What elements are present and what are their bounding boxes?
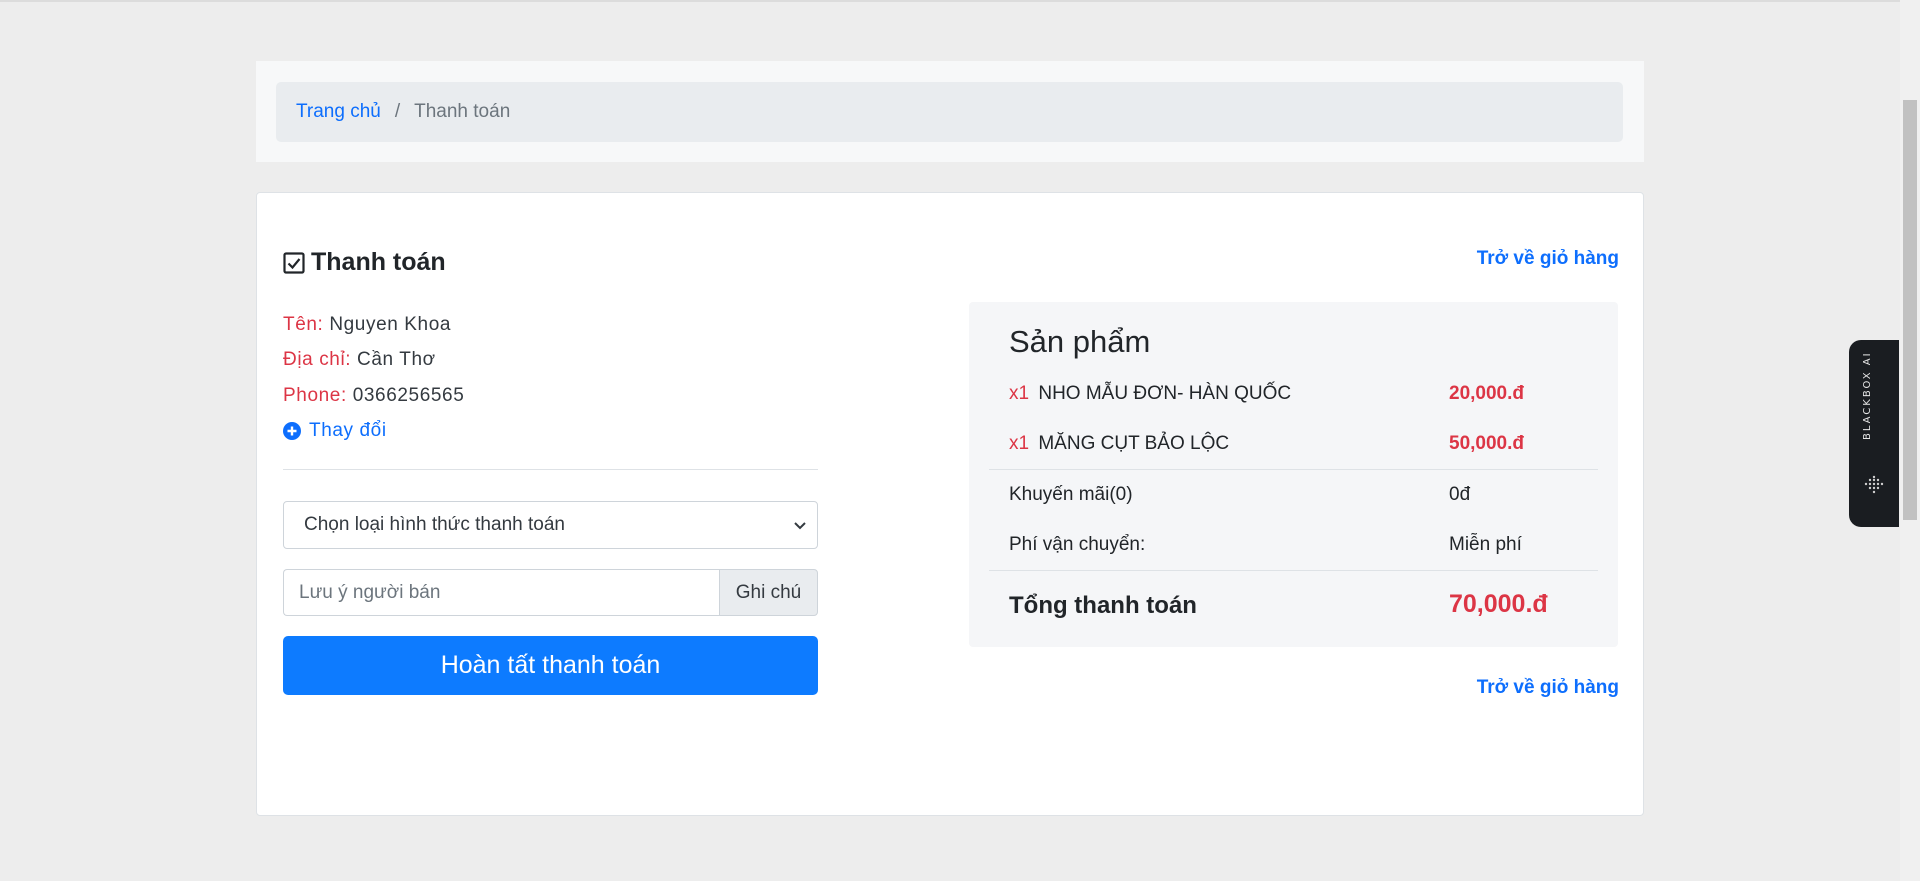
shipping-value: Miễn phí <box>1449 534 1522 555</box>
phone-value: 0366256565 <box>352 385 465 406</box>
note-addon-label: Ghi chú <box>719 569 818 616</box>
back-to-cart-link-top[interactable]: Trở về giỏ hàng <box>1477 248 1619 270</box>
back-to-cart-link-bottom[interactable]: Trở về giỏ hàng <box>1477 677 1619 699</box>
promo-label: Khuyến mãi(0) <box>1009 484 1133 505</box>
payment-method-select[interactable]: Chọn loại hình thức thanh toán <box>283 501 818 549</box>
address-value: Cần Thơ <box>357 349 436 370</box>
name-label: Tên: <box>283 314 324 335</box>
seller-note-input[interactable]: Lưu ý người bán <box>283 569 719 616</box>
scrollbar[interactable] <box>1900 0 1920 881</box>
scrollbar-thumb[interactable] <box>1903 100 1917 520</box>
breadcrumb: Trang chủ / Thanh toán <box>276 82 1623 142</box>
summary-divider <box>989 469 1598 470</box>
customer-address: Địa chỉ: Cần Thơ <box>283 349 436 371</box>
page-title-text: Thanh toán <box>311 248 446 276</box>
blackbox-ai-label: BLACKBOX AI <box>1862 351 1873 440</box>
name-value: Nguyen Khoa <box>329 314 452 335</box>
divider <box>283 469 818 470</box>
item-qty: x1 <box>1009 433 1030 454</box>
customer-name: Tên: Nguyen Khoa <box>283 314 451 336</box>
shipping-label: Phí vận chuyển: <box>1009 534 1146 555</box>
breadcrumb-section: Trang chủ / Thanh toán <box>256 61 1644 162</box>
checkbox-checked-icon <box>283 251 305 274</box>
total-value: 70,000.đ <box>1449 590 1548 618</box>
promo-row: Khuyến mãi(0) 0đ <box>1009 484 1589 506</box>
breadcrumb-home-link[interactable]: Trang chủ <box>296 101 381 123</box>
plus-circle-icon <box>283 422 301 440</box>
list-item: x1 MĂNG CỤT BẢO LỘC 50,000.đ <box>1009 433 1589 455</box>
breadcrumb-current: Thanh toán <box>414 101 511 122</box>
total-label: Tổng thanh toán <box>1009 592 1197 619</box>
item-name: NHO MẪU ĐƠN- HÀN QUỐC <box>1038 383 1292 404</box>
seller-note-group: Lưu ý người bán Ghi chú <box>283 569 818 616</box>
address-label: Địa chỉ: <box>283 349 352 370</box>
item-name: MĂNG CỤT BẢO LỘC <box>1038 433 1230 454</box>
summary-divider <box>989 570 1598 571</box>
page-title: Thanh toán <box>283 248 446 277</box>
change-info-label: Thay đổi <box>309 420 387 441</box>
payment-method-value: Chọn loại hình thức thanh toán <box>304 514 565 535</box>
shipping-row: Phí vận chuyển: Miễn phí <box>1009 534 1589 556</box>
top-border <box>0 0 1900 2</box>
promo-value: 0đ <box>1449 484 1471 505</box>
order-summary: Sản phẩm x1 NHO MẪU ĐƠN- HÀN QUỐC 20,000… <box>969 302 1618 647</box>
item-price: 20,000.đ <box>1449 383 1524 404</box>
blackbox-ai-tab[interactable]: BLACKBOX AI <box>1849 340 1899 527</box>
change-info-button[interactable]: Thay đổi <box>283 420 387 442</box>
chevron-down-icon <box>794 522 806 530</box>
checkout-card: Thanh toán Trở về giỏ hàng Tên: Nguyen K… <box>256 192 1644 816</box>
list-item: x1 NHO MẪU ĐƠN- HÀN QUỐC 20,000.đ <box>1009 383 1589 405</box>
breadcrumb-separator: / <box>394 101 401 122</box>
phone-label: Phone: <box>283 385 347 406</box>
item-qty: x1 <box>1009 383 1030 404</box>
customer-phone: Phone: 0366256565 <box>283 385 464 407</box>
complete-payment-button[interactable]: Hoàn tất thanh toán <box>283 636 818 695</box>
blackbox-logo-icon <box>1864 475 1884 494</box>
item-price: 50,000.đ <box>1449 433 1524 454</box>
summary-title: Sản phẩm <box>1009 324 1151 359</box>
